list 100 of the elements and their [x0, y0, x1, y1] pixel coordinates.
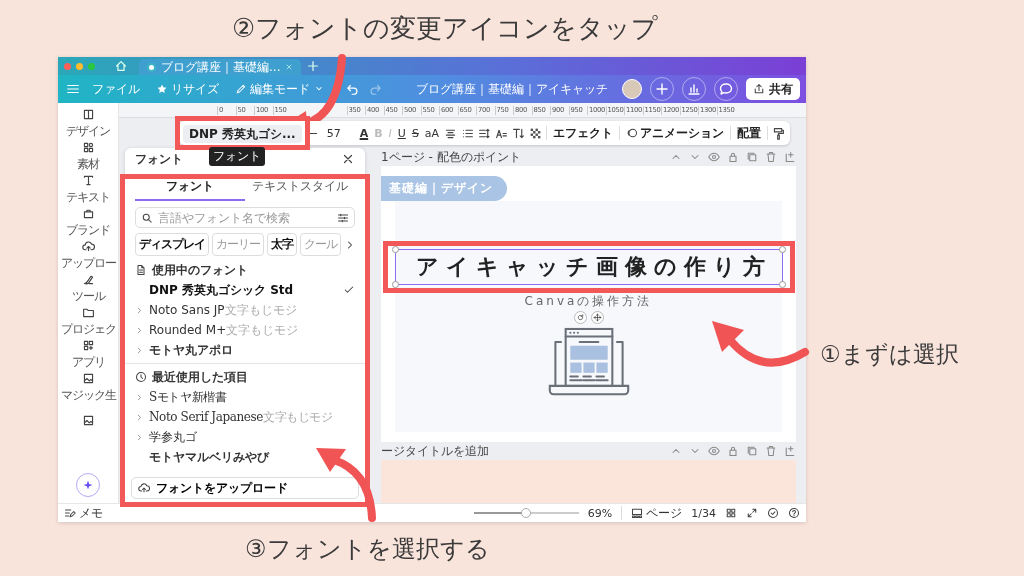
avatar[interactable] [622, 79, 642, 99]
rail-item[interactable]: 素材 [77, 140, 99, 173]
rotate-icon[interactable] [573, 310, 587, 324]
home-icon[interactable] [114, 59, 128, 73]
grid-icon[interactable] [725, 507, 737, 519]
upload-font-button[interactable]: フォントをアップロード [131, 477, 359, 499]
rail-item[interactable]: ブランド [66, 206, 110, 239]
resize-handle[interactable] [391, 280, 399, 288]
resize-handle[interactable] [778, 280, 786, 288]
copy-icon[interactable] [746, 151, 758, 163]
eye-icon[interactable] [708, 151, 720, 163]
font-list-item[interactable]: Sモトヤ新楷書 [135, 387, 355, 407]
sparkle-icon [82, 479, 94, 491]
rail-item[interactable]: デザイン [66, 107, 110, 140]
resize-handle[interactable] [391, 245, 399, 253]
panel-tab[interactable]: テキストスタイル [245, 176, 355, 201]
notes-icon [64, 507, 76, 519]
filter-chip[interactable]: 太字 [267, 233, 297, 256]
paint-roller-icon[interactable] [772, 126, 786, 140]
search-field[interactable]: 言語やフォント名で検索 [135, 207, 355, 228]
zoom-level: 69% [587, 506, 613, 520]
trash-icon[interactable] [765, 445, 777, 457]
rail-item[interactable]: アップロー [60, 239, 116, 272]
vertical-text-icon[interactable] [512, 126, 526, 140]
page-title[interactable]: ージタイトルを追加 [381, 442, 489, 460]
page-view-icon [631, 507, 644, 519]
lock-icon[interactable] [727, 151, 739, 163]
font-size-field[interactable]: 57 [322, 126, 345, 140]
star-icon [156, 83, 168, 95]
caption: ①まずは選択 [820, 340, 959, 369]
add-page-icon[interactable] [784, 151, 796, 163]
slider-thumb[interactable] [521, 508, 532, 518]
rail-item[interactable]: テキスト [66, 173, 110, 206]
expand-icon[interactable] [746, 507, 758, 519]
new-tab-icon[interactable] [306, 59, 321, 73]
section-heading: 最近使用した項目 [152, 368, 248, 386]
font-list-item[interactable]: 学参丸ゴ [135, 427, 355, 447]
section-heading: 使用中のフォント [152, 261, 248, 279]
font-list-item[interactable]: DNP 秀英丸ゴシック Std [135, 280, 355, 300]
filter-chip[interactable]: ディスプレイ [135, 233, 209, 256]
minimize-window-button[interactable] [76, 62, 83, 70]
format-button[interactable]: aA [423, 126, 441, 140]
menu-icon[interactable] [66, 82, 80, 96]
font-list-item[interactable]: Noto Sans JP文字もじモジ [135, 300, 355, 320]
format-button[interactable]: S [410, 126, 420, 140]
help-icon[interactable] [788, 507, 800, 519]
close-icon[interactable] [341, 152, 355, 166]
rail-item[interactable]: マジック生 [60, 371, 116, 404]
cloud-upload-icon [138, 482, 150, 494]
image-icon [81, 371, 95, 385]
panel-title: フォント [135, 150, 183, 168]
cloud-upload-icon [81, 239, 95, 253]
font-list-item[interactable]: モトヤマルベリみやび [135, 447, 355, 467]
pencil-icon [235, 83, 247, 95]
page-count: 1/34 [691, 506, 716, 520]
add-page-icon[interactable] [784, 445, 796, 457]
trash-icon[interactable] [765, 151, 777, 163]
filter-icon[interactable] [337, 211, 349, 224]
move-icon[interactable] [590, 310, 604, 324]
rail-item[interactable]: ツール [71, 272, 105, 305]
share-icon [753, 83, 765, 95]
animation-button[interactable]: アニメーション [624, 124, 727, 142]
font-list-item[interactable]: Noto Serif Japanese文字もじモジ [135, 407, 355, 427]
rail-item[interactable]: アプリ [71, 338, 105, 371]
panel-tab[interactable]: フォント [135, 176, 245, 201]
category-label: 基礎編｜デザイン [381, 176, 507, 201]
effects-button[interactable]: エフェクト [551, 124, 616, 142]
position-button[interactable]: 配置 [735, 124, 764, 142]
undo-icon[interactable] [346, 82, 360, 96]
font-button[interactable]: DNP 秀英丸ゴシ... [183, 125, 302, 144]
line-spacing-icon[interactable] [478, 126, 492, 140]
caption: ②フォントの変更アイコンをタップ [232, 12, 659, 45]
layout-icon [81, 107, 95, 121]
rail-item[interactable]: プロジェク [60, 305, 116, 338]
heading[interactable]: アイキャッチ画像の作り方 [394, 248, 783, 285]
image-icon[interactable] [81, 414, 95, 427]
lock-icon[interactable] [727, 445, 739, 457]
transparency-icon[interactable] [529, 126, 543, 140]
pages-button[interactable]: ページ [631, 504, 683, 522]
format-button[interactable]: A [358, 126, 370, 140]
apps-icon [81, 338, 95, 352]
font-list-item[interactable]: モトヤ丸アポロ [135, 340, 355, 360]
clock-icon [135, 371, 147, 383]
eye-icon[interactable] [708, 445, 720, 457]
document-icon [135, 264, 147, 276]
animation-icon [626, 127, 639, 139]
share-button[interactable]: 共有 [746, 78, 800, 100]
subheading: Canvaの操作方法 [524, 292, 653, 310]
site-logo-icon [147, 62, 156, 72]
page-title: 1ページ - 配色のポイント [381, 148, 521, 166]
shapes-icon [81, 140, 95, 154]
copy-icon[interactable] [746, 445, 758, 457]
caption: ③フォントを選択する [245, 534, 490, 565]
font-list-item[interactable]: Rounded M+文字もじモジ [135, 320, 355, 340]
magic-button[interactable] [76, 473, 100, 497]
text-icon [81, 173, 95, 187]
notes-button[interactable]: メモ [64, 504, 103, 522]
format-button[interactable]: U [396, 126, 407, 140]
resize-handle[interactable] [778, 245, 786, 253]
search-icon [141, 211, 153, 224]
